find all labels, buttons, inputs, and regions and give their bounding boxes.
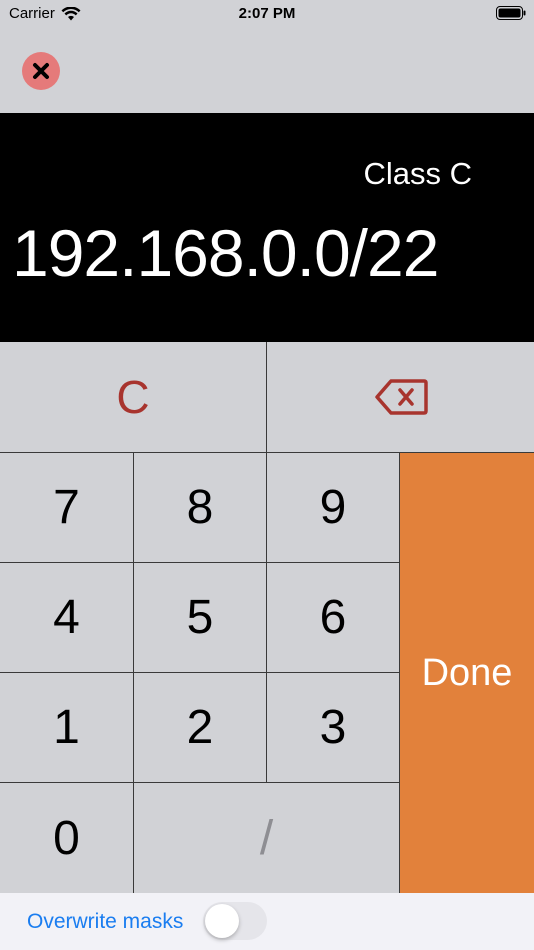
battery-icon (496, 6, 526, 20)
status-bar: Carrier 2:07 PM (0, 0, 534, 28)
backspace-button[interactable] (267, 342, 534, 453)
top-bar (0, 28, 534, 113)
digit-7-button[interactable]: 7 (0, 453, 134, 563)
ip-display: Class C 192.168.0.0/22 (0, 113, 534, 342)
digit-6-button[interactable]: 6 (267, 563, 400, 673)
overwrite-masks-toggle[interactable] (203, 902, 267, 940)
clear-button[interactable]: C (0, 342, 267, 453)
close-button[interactable] (22, 52, 60, 90)
keypad: C 7 8 9 4 5 6 1 2 3 0 / Done (0, 342, 534, 893)
digit-2-button[interactable]: 2 (134, 673, 267, 783)
overwrite-masks-label[interactable]: Overwrite masks (27, 910, 183, 934)
digit-9-button[interactable]: 9 (267, 453, 400, 563)
digit-5-button[interactable]: 5 (134, 563, 267, 673)
network-class-label: Class C (363, 156, 472, 191)
bottom-bar: Overwrite masks (0, 893, 534, 950)
digit-4-button[interactable]: 4 (0, 563, 134, 673)
toggle-knob (205, 904, 239, 938)
digit-1-button[interactable]: 1 (0, 673, 134, 783)
status-time: 2:07 PM (238, 5, 296, 22)
digit-3-button[interactable]: 3 (267, 673, 400, 783)
digit-8-button[interactable]: 8 (134, 453, 267, 563)
ip-address-value: 192.168.0.0/22 (12, 216, 439, 290)
backspace-icon (374, 379, 428, 415)
close-icon (33, 63, 49, 79)
digit-0-button[interactable]: 0 (0, 783, 134, 893)
slash-button[interactable]: / (134, 783, 400, 893)
done-button[interactable]: Done (400, 453, 534, 893)
